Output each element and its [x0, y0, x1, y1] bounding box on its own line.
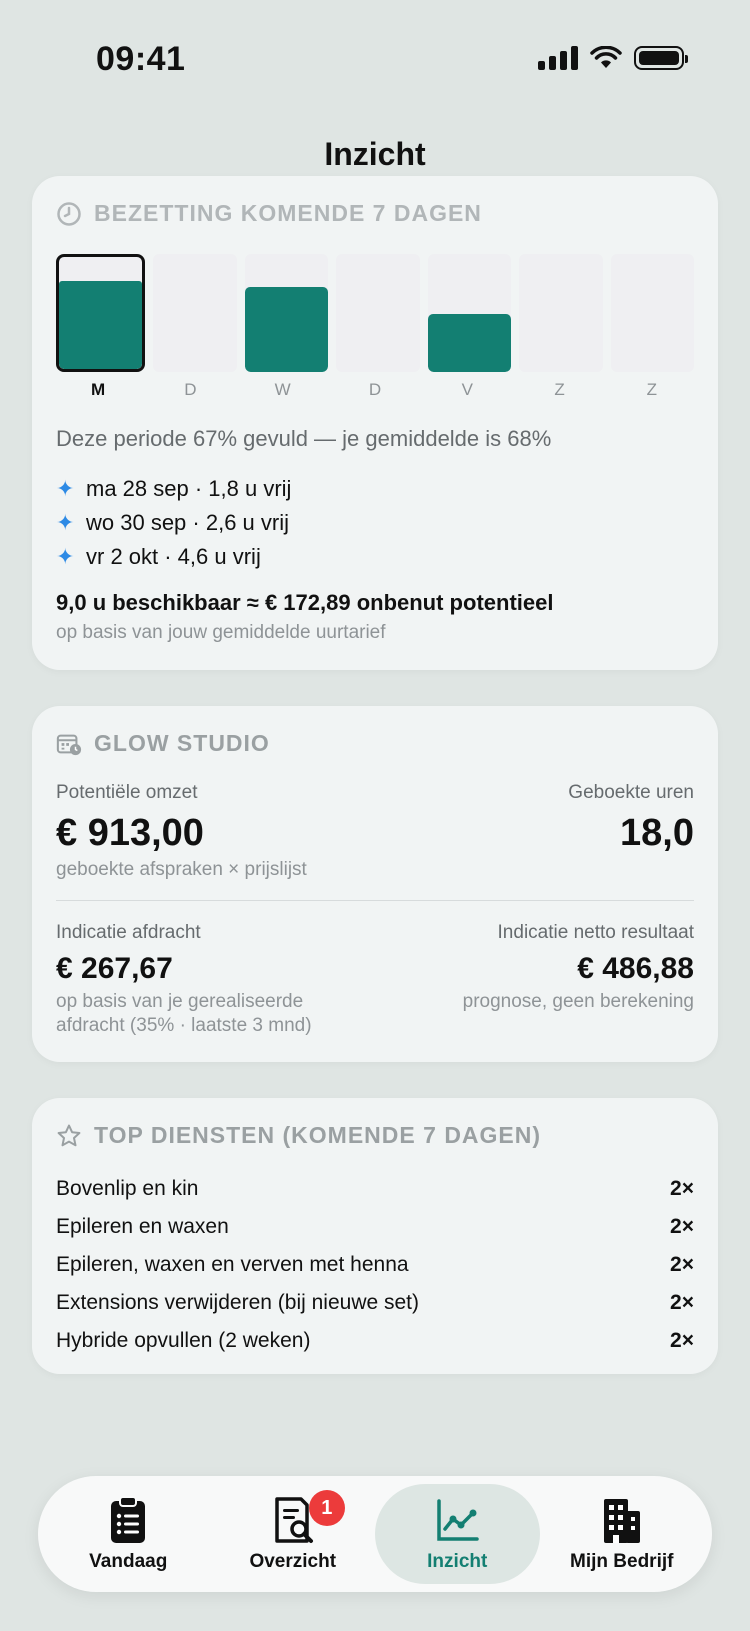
day-bar[interactable] [336, 254, 420, 372]
net-note: prognose, geen berekening [462, 991, 694, 1012]
list-item[interactable]: Epileren en waxen 2× [56, 1208, 694, 1246]
document-search-icon [275, 1497, 313, 1543]
day-label: M [91, 380, 106, 399]
hours-value: 18,0 [620, 812, 694, 854]
occupancy-card: BEZETTING KOMENDE 7 DAGEN M D W D V Z Z Deze p… [32, 176, 718, 670]
day-bar-fill [59, 280, 143, 369]
battery-icon [634, 46, 688, 70]
hours-label: Geboekte uren [568, 782, 694, 803]
page-title: Inzicht [324, 136, 426, 172]
studio-header: GLOW STUDIO [32, 706, 718, 757]
sparkle-icon: ✦ [56, 476, 75, 501]
building-icon [603, 1499, 640, 1543]
chart-line-icon [437, 1499, 479, 1541]
tab-vandaag[interactable]: Vandaag [46, 1484, 211, 1584]
payout-note-line1: op basis van je gerealiseerde [56, 991, 304, 1012]
status-icons [538, 46, 688, 70]
net-value: € 486,88 [577, 952, 694, 985]
top-services-card: TOP DIENSTEN (KOMENDE 7 DAGEN) Bovenlip … [32, 1098, 718, 1374]
payout-value: € 267,67 [56, 952, 173, 985]
occupancy-day-labels: MDWDVZZ [56, 380, 694, 400]
available-note: op basis van jouw gemiddelde uurtarief [56, 622, 386, 643]
payout-note-line2: afdracht (35% · laatste 3 mnd) [56, 1015, 312, 1036]
clock-icon [57, 201, 81, 226]
day-bar[interactable] [56, 254, 146, 372]
top-services-header: TOP DIENSTEN (KOMENDE 7 DAGEN) [32, 1098, 718, 1149]
free-slot-item[interactable]: ✦ vr 2 okt · 4,6 u vrij [56, 540, 291, 574]
potential-label: Potentiële omzet [56, 782, 198, 803]
tab-label: Vandaag [89, 1551, 168, 1572]
studio-card: GLOW STUDIO Potentiële omzet € 913,00 ge… [32, 706, 718, 1062]
tab-label: Inzicht [427, 1551, 488, 1572]
occupancy-title: BEZETTING KOMENDE 7 DAGEN [94, 200, 482, 226]
available-potential: 9,0 u beschikbaar ≈ € 172,89 onbenut pot… [56, 590, 554, 615]
list-item[interactable]: Extensions verwijderen (bij nieuwe set) 2… [56, 1284, 694, 1322]
studio-title: GLOW STUDIO [94, 730, 270, 756]
occupancy-header: BEZETTING KOMENDE 7 DAGEN [32, 176, 718, 227]
free-slots-list: ✦ ma 28 sep · 1,8 u vrij ✦ wo 30 sep · 2,6… [56, 472, 291, 574]
clipboard-list-icon [111, 1496, 146, 1543]
day-label: Z [646, 380, 658, 399]
cellular-signal-icon [538, 46, 578, 70]
notification-badge: 1 [308, 1490, 345, 1526]
potential-note: geboekte afspraken × prijslijst [56, 859, 307, 880]
sparkle-icon: ✦ [56, 544, 75, 569]
day-bar-fill [427, 314, 512, 372]
status-bar: 09:41 [0, 0, 750, 110]
sparkle-icon: ✦ [56, 510, 75, 535]
day-label: W [274, 380, 291, 399]
occupancy-bars [56, 254, 694, 372]
free-slot-item[interactable]: ✦ wo 30 sep · 2,6 u vrij [56, 506, 291, 540]
day-label: D [184, 380, 197, 399]
list-item[interactable]: Epileren, waxen en verven met henna 2× [56, 1246, 694, 1284]
tab-label: Overzicht [249, 1551, 337, 1572]
tab-overzicht[interactable]: 1 Overzicht [211, 1484, 376, 1584]
top-services-title: TOP DIENSTEN (KOMENDE 7 DAGEN) [94, 1122, 542, 1148]
tab-label: Mijn Bedrijf [570, 1551, 674, 1572]
day-label: D [368, 380, 382, 399]
tab-inzicht[interactable]: Inzicht [375, 1484, 540, 1584]
day-bar[interactable] [244, 254, 329, 372]
free-slot-item[interactable]: ✦ ma 28 sep · 1,8 u vrij [56, 472, 291, 506]
status-time: 09:41 [96, 40, 186, 78]
day-bar-fill [244, 287, 329, 372]
top-services-list: Bovenlip en kin 2× Epileren en waxen 2× Ep… [56, 1170, 694, 1360]
day-label: Z [554, 380, 565, 399]
list-item[interactable]: Bovenlip en kin 2× [56, 1170, 694, 1208]
day-bar[interactable] [427, 254, 512, 372]
net-label: Indicatie netto resultaat [497, 922, 694, 943]
wifi-icon [590, 46, 622, 68]
star-icon [57, 1124, 81, 1146]
tab-bar: Vandaag 1 Overzicht Inzicht Mijn Bedrijf [38, 1476, 712, 1592]
day-bar[interactable] [153, 254, 237, 372]
payout-label: Indicatie afdracht [56, 922, 201, 943]
period-summary: Deze periode 67% gevuld — je gemiddelde … [56, 426, 552, 451]
list-item[interactable]: Hybride opvullen (2 weken) 2× [56, 1322, 694, 1360]
day-bar[interactable] [519, 254, 603, 372]
day-label: V [461, 380, 473, 399]
day-bar[interactable] [610, 254, 694, 372]
potential-value: € 913,00 [56, 812, 204, 854]
divider [56, 900, 694, 901]
calendar-clock-icon [56, 734, 82, 755]
tab-mijn-bedrijf[interactable]: Mijn Bedrijf [540, 1484, 705, 1584]
